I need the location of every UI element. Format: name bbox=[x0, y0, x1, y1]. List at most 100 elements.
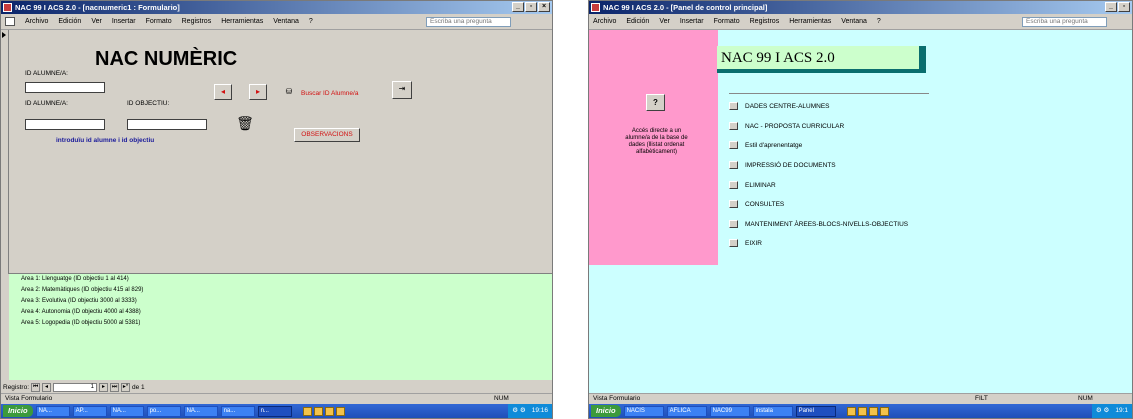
taskbar-item[interactable]: instala bbox=[752, 405, 793, 417]
tray-app-icon[interactable] bbox=[846, 406, 856, 416]
menu-edicion[interactable]: Edición bbox=[58, 18, 81, 25]
tray-app-icon[interactable] bbox=[324, 406, 334, 416]
menu-option-eixir[interactable]: EIXIR bbox=[729, 239, 762, 247]
start-button[interactable]: Inicio bbox=[3, 405, 33, 417]
tray-app-icon[interactable] bbox=[313, 406, 323, 416]
option-button[interactable] bbox=[729, 181, 738, 189]
find-button[interactable]: ⛁ bbox=[280, 84, 298, 100]
start-button[interactable]: Inicio bbox=[591, 405, 621, 417]
status-bar: Vista Formulario FILT NUM bbox=[589, 393, 1132, 404]
tray-app-icon[interactable] bbox=[857, 406, 867, 416]
taskbar-item[interactable]: NA... bbox=[35, 405, 70, 417]
label-id-objectiu: ID OBJECTIU: bbox=[127, 100, 170, 107]
menu-herramientas[interactable]: Herramientas bbox=[789, 18, 831, 25]
taskbar-item[interactable]: NAC99 bbox=[709, 405, 750, 417]
taskbar-item[interactable]: po... bbox=[146, 405, 181, 417]
option-button[interactable] bbox=[729, 102, 738, 110]
previous-record-button[interactable]: ◂ bbox=[214, 84, 232, 100]
clock: 19:16 bbox=[531, 407, 548, 414]
menu-registros[interactable]: Registros bbox=[182, 18, 212, 25]
window-title: NAC 99 I ACS 2.0 - [Panel de control pri… bbox=[603, 3, 768, 12]
last-record-icon[interactable]: ⏭ bbox=[110, 382, 120, 392]
menu-option-estil[interactable]: Estil d'aprenentatge bbox=[729, 141, 802, 149]
direct-access-button[interactable]: ? bbox=[646, 94, 665, 111]
window-title: NAC 99 I ACS 2.0 - [nacnumeric1 : Formul… bbox=[15, 3, 180, 12]
tray-app-icon[interactable] bbox=[302, 406, 312, 416]
new-record-icon[interactable]: ▸* bbox=[121, 382, 131, 392]
restore-icon[interactable]: ▫ bbox=[1118, 2, 1130, 12]
menu-insertar[interactable]: Insertar bbox=[680, 18, 704, 25]
menu-ventana[interactable]: Ventana bbox=[841, 18, 867, 25]
delete-button[interactable]: 🗑 bbox=[234, 112, 256, 134]
menu-archivo[interactable]: Archivo bbox=[25, 18, 48, 25]
taskbar-item[interactable]: na... bbox=[220, 405, 255, 417]
id-objectiu-field[interactable] bbox=[127, 119, 207, 130]
label-id-alumne: ID ALUMNE/A: bbox=[25, 100, 68, 107]
status-bar: Vista Formulario NUM bbox=[1, 393, 552, 404]
menu-help[interactable]: ? bbox=[877, 18, 881, 25]
menu-option-dades-centre[interactable]: DADES CENTRE-ALUMNES bbox=[729, 102, 830, 110]
form-window: NAC 99 I ACS 2.0 - [nacnumeric1 : Formul… bbox=[0, 0, 553, 419]
record-selector[interactable] bbox=[1, 30, 9, 274]
option-button[interactable] bbox=[729, 200, 738, 208]
option-label: MANTENIMENT ÀREES-BLOCS-NIVELLS-OBJECTIU… bbox=[745, 220, 909, 228]
area-row: Area 2: Matemàtiques (ID objectiu 415 al… bbox=[21, 287, 144, 293]
tray-app-icon[interactable] bbox=[335, 406, 345, 416]
taskbar-item[interactable]: NA... bbox=[109, 405, 144, 417]
area-row: Area 4: Autonomia (ID objectiu 4000 al 4… bbox=[21, 309, 141, 315]
restore-icon[interactable]: ▫ bbox=[525, 2, 537, 12]
help-question-input[interactable]: Escriba una pregunta bbox=[426, 17, 511, 27]
taskbar-item-active[interactable]: Panel bbox=[795, 405, 836, 417]
menu-registros[interactable]: Registros bbox=[750, 18, 780, 25]
menu-insertar[interactable]: Insertar bbox=[112, 18, 136, 25]
id-alumne-search-field[interactable] bbox=[25, 82, 105, 93]
direct-access-description: Accés directe a un alumne/a de la base d… bbox=[625, 128, 688, 155]
prev-record-icon[interactable]: ◂ bbox=[42, 382, 52, 392]
menu-option-nac-proposta[interactable]: NAC - PROPOSTA CURRICULAR bbox=[729, 122, 844, 130]
close-icon[interactable]: × bbox=[538, 2, 550, 12]
option-button[interactable] bbox=[729, 141, 738, 149]
taskbar-item[interactable]: AP... bbox=[72, 405, 107, 417]
menu-archivo[interactable]: Archivo bbox=[593, 18, 616, 25]
side-panel-bottom bbox=[589, 265, 718, 393]
option-label: ELIMINAR bbox=[745, 181, 776, 189]
tray-app-icon[interactable] bbox=[879, 406, 889, 416]
menu-herramientas[interactable]: Herramientas bbox=[221, 18, 263, 25]
exit-door-button[interactable]: ⇥ bbox=[392, 81, 412, 99]
menu-option-impressio[interactable]: IMPRESSIÓ DE DOCUMENTS bbox=[729, 161, 836, 169]
taskbar-item[interactable]: NA... bbox=[183, 405, 218, 417]
menu-ventana[interactable]: Ventana bbox=[273, 18, 299, 25]
minimize-icon[interactable]: _ bbox=[1105, 2, 1117, 12]
record-number-field[interactable]: 1 bbox=[53, 382, 98, 392]
menu-option-manteniment[interactable]: MANTENIMENT ÀREES-BLOCS-NIVELLS-OBJECTIU… bbox=[729, 220, 908, 228]
document-icon[interactable] bbox=[5, 17, 15, 26]
menu-formato[interactable]: Formato bbox=[714, 18, 740, 25]
option-label: EIXIR bbox=[745, 239, 762, 247]
taskbar-item-active[interactable]: n... bbox=[257, 405, 292, 417]
form-title: NAC NUMÈRIC bbox=[95, 48, 238, 70]
tray-icons: ⚙ ⚙ bbox=[512, 407, 526, 414]
next-record-button[interactable]: ▸ bbox=[249, 84, 267, 100]
first-record-icon[interactable]: ⏮ bbox=[31, 382, 41, 392]
menu-ver[interactable]: Ver bbox=[91, 18, 102, 25]
taskbar-item[interactable]: NACIS bbox=[623, 405, 664, 417]
taskbar-item[interactable]: AFLICA bbox=[666, 405, 707, 417]
menu-ver[interactable]: Ver bbox=[659, 18, 670, 25]
option-button[interactable] bbox=[729, 239, 738, 247]
minimize-icon[interactable]: _ bbox=[512, 2, 524, 12]
option-button[interactable] bbox=[729, 220, 738, 228]
menu-option-consultes[interactable]: CONSULTES bbox=[729, 200, 784, 208]
option-button[interactable] bbox=[729, 161, 738, 169]
menu-option-eliminar[interactable]: ELIMINAR bbox=[729, 181, 776, 189]
menu-formato[interactable]: Formato bbox=[146, 18, 172, 25]
id-alumne-field[interactable] bbox=[25, 119, 105, 130]
next-record-icon[interactable]: ▸ bbox=[99, 382, 109, 392]
taskbar: Inicio NA... AP... NA... po... NA... na.… bbox=[1, 404, 552, 418]
help-question-input[interactable]: Escriba una pregunta bbox=[1022, 17, 1107, 27]
observacions-button[interactable]: OBSERVACIONS bbox=[294, 128, 360, 142]
option-label: IMPRESSIÓ DE DOCUMENTS bbox=[745, 161, 836, 169]
menu-help[interactable]: ? bbox=[309, 18, 313, 25]
menu-edicion[interactable]: Edición bbox=[626, 18, 649, 25]
tray-app-icon[interactable] bbox=[868, 406, 878, 416]
option-button[interactable] bbox=[729, 122, 738, 130]
